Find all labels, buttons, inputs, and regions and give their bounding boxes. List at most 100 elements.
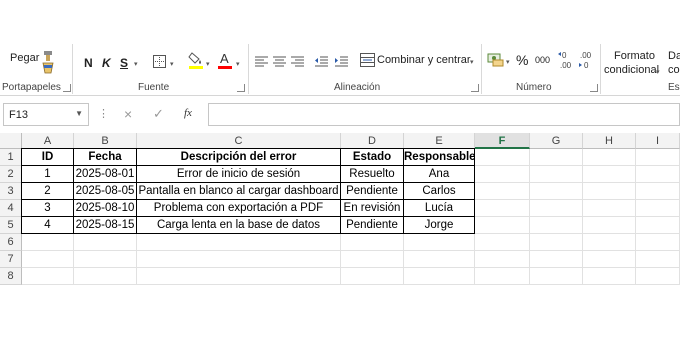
- paste-button-label[interactable]: Pegar: [10, 52, 39, 64]
- cell-a7[interactable]: [22, 251, 74, 268]
- cell-a2[interactable]: 1: [22, 166, 74, 183]
- cancel-icon[interactable]: ×: [124, 106, 132, 122]
- cell-i6[interactable]: [636, 234, 680, 251]
- borders-dropdown-icon[interactable]: ▾: [170, 60, 174, 68]
- column-header-i[interactable]: I: [636, 133, 680, 149]
- row-header-6[interactable]: 6: [0, 234, 22, 251]
- column-header-a[interactable]: A: [22, 133, 74, 149]
- cell-e3[interactable]: Carlos: [404, 183, 475, 200]
- cell-c5[interactable]: Carga lenta en la base de datos: [137, 217, 341, 234]
- cell-b3[interactable]: 2025-08-05: [74, 183, 137, 200]
- enter-icon[interactable]: ✓: [153, 106, 164, 122]
- cell-a5[interactable]: 4: [22, 217, 74, 234]
- select-all-corner[interactable]: [0, 133, 22, 149]
- cell-c8[interactable]: [137, 268, 341, 285]
- cell-g2[interactable]: [530, 166, 583, 183]
- cell-f3[interactable]: [475, 183, 530, 200]
- cell-e8[interactable]: [404, 268, 475, 285]
- cell-d7[interactable]: [341, 251, 404, 268]
- row-header-1[interactable]: 1: [0, 149, 22, 166]
- increase-decimal-icon[interactable]: 0.00: [558, 49, 574, 71]
- cell-e6[interactable]: [404, 234, 475, 251]
- merge-dropdown-icon[interactable]: ▾: [470, 58, 474, 66]
- cell-b6[interactable]: [74, 234, 137, 251]
- cell-a3[interactable]: 2: [22, 183, 74, 200]
- cell-e4[interactable]: Lucía: [404, 200, 475, 217]
- cell-h7[interactable]: [583, 251, 636, 268]
- column-header-d[interactable]: D: [341, 133, 404, 149]
- cell-d2[interactable]: Resuelto: [341, 166, 404, 183]
- cell-d8[interactable]: [341, 268, 404, 285]
- cell-b1[interactable]: Fecha: [74, 149, 137, 166]
- conditional-format-label-1[interactable]: Formato: [614, 50, 655, 62]
- cell-i2[interactable]: [636, 166, 680, 183]
- cell-d5[interactable]: Pendiente: [341, 217, 404, 234]
- cell-c1[interactable]: Descripción del error: [137, 149, 341, 166]
- column-header-e[interactable]: E: [404, 133, 475, 149]
- cell-d6[interactable]: [341, 234, 404, 251]
- insert-function-icon[interactable]: fx: [184, 107, 192, 119]
- cell-g3[interactable]: [530, 183, 583, 200]
- cell-h8[interactable]: [583, 268, 636, 285]
- cell-b4[interactable]: 2025-08-10: [74, 200, 137, 217]
- cell-g5[interactable]: [530, 217, 583, 234]
- conditional-format-dropdown-icon[interactable]: ▾: [656, 68, 660, 76]
- cell-h4[interactable]: [583, 200, 636, 217]
- fill-color-icon[interactable]: [188, 50, 204, 70]
- italic-button[interactable]: K: [102, 56, 111, 70]
- accounting-dropdown-icon[interactable]: ▾: [506, 58, 510, 66]
- merge-center-button[interactable]: Combinar y centrar: [377, 54, 471, 66]
- align-center-icon[interactable]: [272, 54, 286, 68]
- cell-e1[interactable]: Responsable: [404, 149, 475, 166]
- conditional-format-label-2[interactable]: condicional: [604, 64, 659, 76]
- cell-f2[interactable]: [475, 166, 530, 183]
- name-box-dropdown-icon[interactable]: ▼: [75, 109, 83, 118]
- align-right-icon[interactable]: [290, 54, 304, 68]
- cell-a1[interactable]: ID: [22, 149, 74, 166]
- cell-f1[interactable]: [475, 149, 530, 166]
- cell-h5[interactable]: [583, 217, 636, 234]
- cell-d3[interactable]: Pendiente: [341, 183, 404, 200]
- cell-d1[interactable]: Estado: [341, 149, 404, 166]
- percent-button[interactable]: %: [516, 52, 528, 68]
- fill-color-dropdown-icon[interactable]: ▾: [206, 60, 210, 68]
- cell-i4[interactable]: [636, 200, 680, 217]
- name-box[interactable]: F13 ▼: [3, 103, 89, 126]
- cell-i3[interactable]: [636, 183, 680, 200]
- cell-a6[interactable]: [22, 234, 74, 251]
- cell-g4[interactable]: [530, 200, 583, 217]
- decrease-indent-icon[interactable]: [314, 54, 328, 68]
- cell-c3[interactable]: Pantalla en blanco al cargar dashboard: [137, 183, 341, 200]
- merge-center-icon[interactable]: [359, 52, 375, 68]
- cell-d4[interactable]: En revisión: [341, 200, 404, 217]
- column-header-g[interactable]: G: [530, 133, 583, 149]
- increase-indent-icon[interactable]: [334, 54, 348, 68]
- cell-h2[interactable]: [583, 166, 636, 183]
- alignment-launcher-icon[interactable]: [471, 84, 479, 92]
- cell-f5[interactable]: [475, 217, 530, 234]
- column-header-f[interactable]: F: [475, 133, 530, 149]
- underline-button[interactable]: S: [120, 56, 128, 70]
- column-header-c[interactable]: C: [137, 133, 341, 149]
- thousands-button[interactable]: 000: [535, 55, 550, 65]
- cell-b8[interactable]: [74, 268, 137, 285]
- row-header-8[interactable]: 8: [0, 268, 22, 285]
- formula-input[interactable]: [208, 103, 680, 126]
- clipboard-launcher-icon[interactable]: [63, 84, 71, 92]
- cell-f8[interactable]: [475, 268, 530, 285]
- cell-f4[interactable]: [475, 200, 530, 217]
- row-header-5[interactable]: 5: [0, 217, 22, 234]
- borders-icon[interactable]: [152, 54, 166, 68]
- cell-g7[interactable]: [530, 251, 583, 268]
- accounting-format-icon[interactable]: [486, 50, 504, 68]
- cell-i5[interactable]: [636, 217, 680, 234]
- cell-i1[interactable]: [636, 149, 680, 166]
- row-header-3[interactable]: 3: [0, 183, 22, 200]
- cell-c6[interactable]: [137, 234, 341, 251]
- cell-b5[interactable]: 2025-08-15: [74, 217, 137, 234]
- cell-c7[interactable]: [137, 251, 341, 268]
- font-color-icon[interactable]: A: [218, 50, 232, 70]
- format-table-label-1[interactable]: Da: [668, 50, 680, 62]
- cell-h3[interactable]: [583, 183, 636, 200]
- decrease-decimal-icon[interactable]: .00 0: [578, 49, 594, 71]
